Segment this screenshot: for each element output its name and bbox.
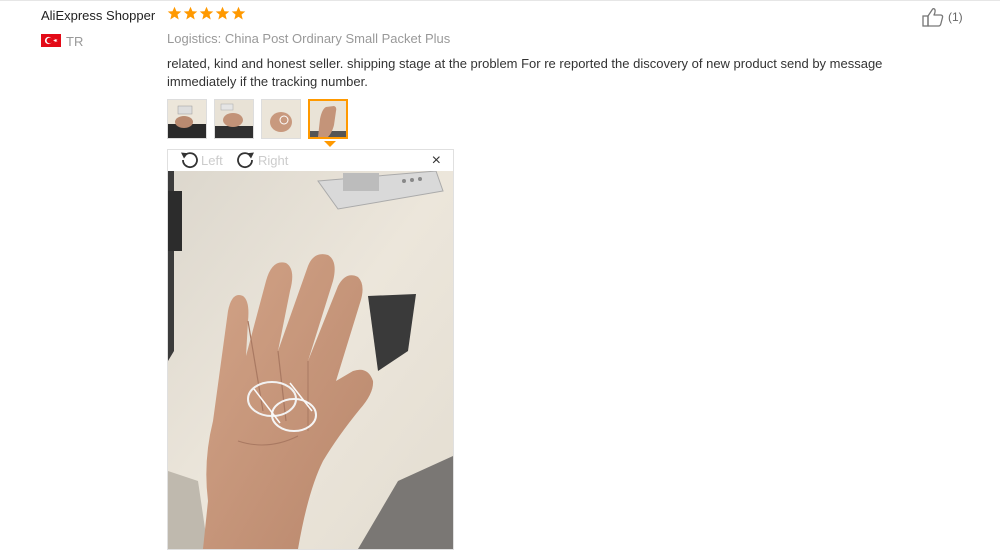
star-icon xyxy=(183,6,198,20)
logistics-info: Logistics: China Post Ordinary Small Pac… xyxy=(167,31,450,46)
review-photo-image xyxy=(168,171,453,549)
selected-thumbnail-pointer xyxy=(324,141,336,147)
thumbs-up-icon xyxy=(922,8,944,27)
rotate-right-icon xyxy=(237,152,254,169)
review-photo-large xyxy=(168,171,453,549)
close-viewer-button[interactable]: × xyxy=(432,152,441,170)
helpful-count: (1) xyxy=(948,10,963,24)
close-icon: × xyxy=(431,152,441,169)
photo-thumb-image xyxy=(310,101,346,137)
rotate-left-icon xyxy=(181,152,198,169)
photo-thumb-image xyxy=(168,100,206,138)
rotate-right-button[interactable]: Right xyxy=(235,151,288,169)
country-code: TR xyxy=(66,34,84,49)
star-icon xyxy=(231,6,246,20)
review-photo-thumbnail-2[interactable] xyxy=(214,99,254,139)
review-text: related, kind and honest seller. shippin… xyxy=(167,56,883,89)
review-photo-thumbnail-1[interactable] xyxy=(167,99,207,139)
star-rating xyxy=(167,6,246,21)
turkey-flag-icon xyxy=(41,34,61,47)
rotate-left-button[interactable]: Left xyxy=(178,151,223,169)
star-icon xyxy=(199,6,214,20)
review-photo-thumbnails xyxy=(167,99,348,139)
review-photo-thumbnail-4[interactable] xyxy=(308,99,348,139)
photo-thumb-image xyxy=(215,100,253,138)
divider xyxy=(0,0,1000,1)
logistics-value: China Post Ordinary Small Packet Plus xyxy=(224,31,451,46)
rotate-right-label: Right xyxy=(258,152,289,168)
rotate-left-label: Left xyxy=(201,152,223,168)
review-photo-thumbnail-3[interactable] xyxy=(261,99,301,139)
photo-viewer-toolbar: Left Right × xyxy=(168,150,453,171)
star-icon xyxy=(167,6,182,20)
helpful-button[interactable]: (1) xyxy=(922,7,963,27)
star-icon xyxy=(215,6,230,20)
photo-viewer: Left Right × xyxy=(167,149,454,550)
reviewer-name: AliExpress Shopper xyxy=(41,8,156,23)
photo-thumb-image xyxy=(262,100,300,138)
logistics-label: Logistics: xyxy=(167,31,222,46)
